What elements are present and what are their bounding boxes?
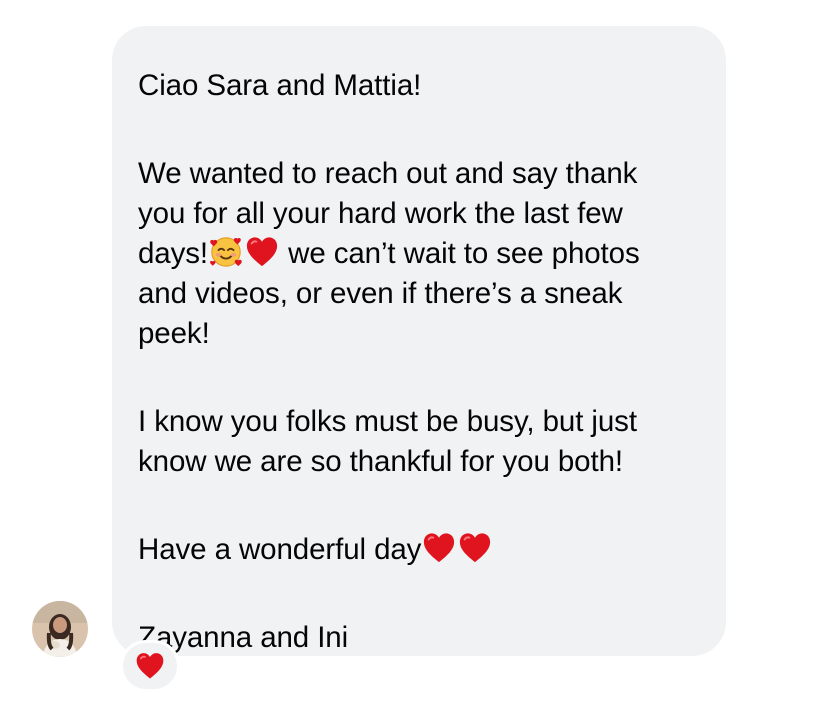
- message-closing: Have a wonderful day: [138, 530, 706, 570]
- message-thread: Ciao Sara and Mattia! We wanted to reach…: [0, 0, 828, 710]
- message-line: you for all your hard work the last few: [138, 197, 623, 230]
- message-line: know we are so thankful for you both!: [138, 445, 623, 478]
- red-heart-icon: [422, 531, 456, 565]
- reaction-badge[interactable]: [120, 640, 180, 692]
- message-line: and videos, or even if there’s a sneak: [138, 277, 623, 310]
- message-signature: Zayanna and Ini: [138, 621, 349, 654]
- message-line: days! we can’t wait to see photos: [138, 234, 706, 274]
- message-greeting: Ciao Sara and Mattia!: [138, 69, 422, 102]
- red-heart-icon: [458, 531, 492, 565]
- message-text: we can’t wait to see photos: [280, 237, 640, 270]
- smiling-face-with-hearts-icon: [209, 235, 243, 269]
- message-line: peek!: [138, 317, 210, 350]
- message-line: I know you folks must be busy, but just: [138, 405, 637, 438]
- message-text: Have a wonderful day: [138, 533, 422, 566]
- message-line: We wanted to reach out and say thank: [138, 157, 638, 190]
- message-text: days!: [138, 237, 209, 270]
- avatar[interactable]: [32, 601, 88, 657]
- message-bubble[interactable]: Ciao Sara and Mattia! We wanted to reach…: [112, 26, 726, 656]
- red-heart-icon: [245, 235, 279, 269]
- red-heart-icon: [135, 651, 165, 681]
